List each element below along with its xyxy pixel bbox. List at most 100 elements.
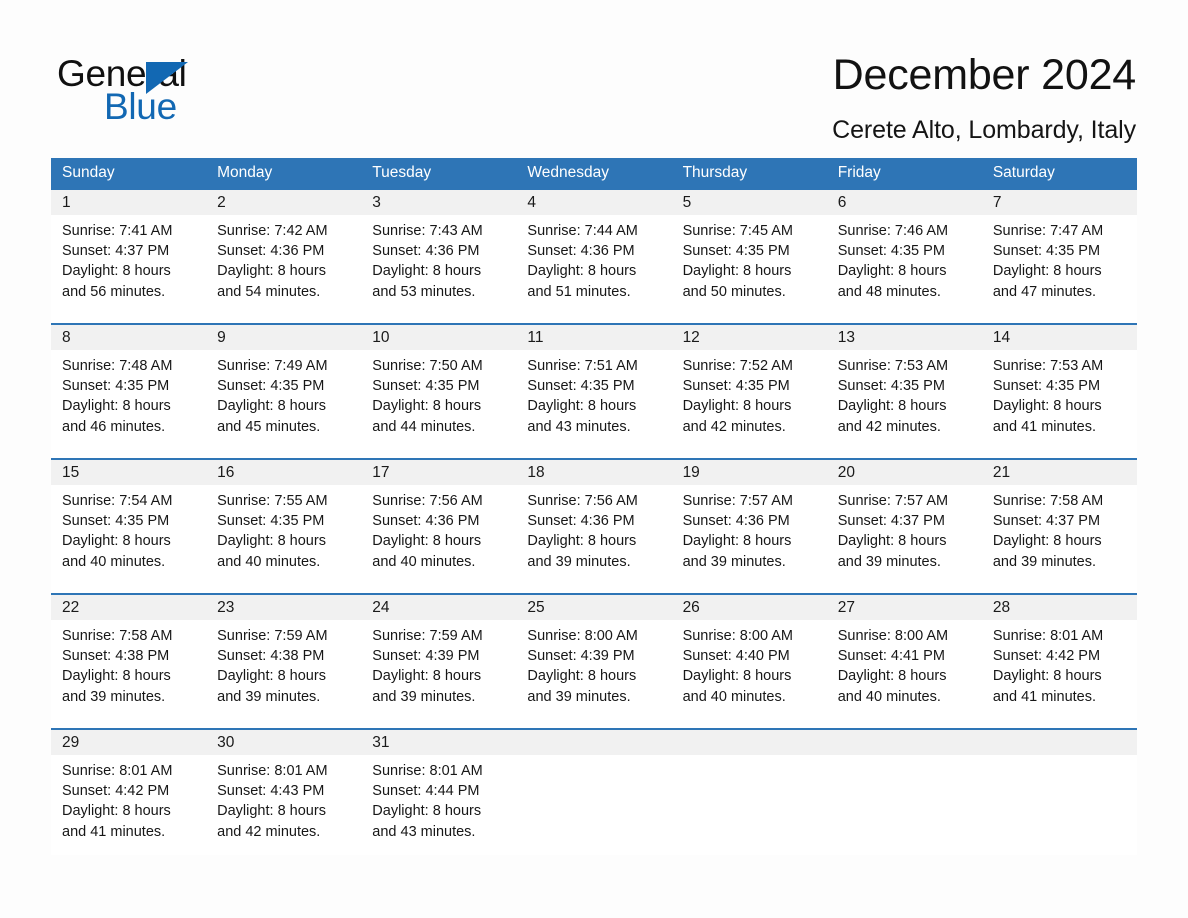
sunset-text: Sunset: 4:44 PM xyxy=(372,783,480,800)
day-number[interactable]: 2 xyxy=(206,190,361,215)
daylight-text-line2: and 40 minutes. xyxy=(62,553,166,570)
daylight-text-line1: Daylight: 8 hours xyxy=(372,533,482,550)
day-cell-empty xyxy=(827,755,982,855)
page-header: General Blue December 2024 Cerete Alto, … xyxy=(0,0,1188,150)
sunrise-text: Sunrise: 7:53 AM xyxy=(992,358,1104,374)
daylight-text-line1: Daylight: 8 hours xyxy=(992,533,1102,550)
day-number[interactable]: 21 xyxy=(982,460,1137,485)
day-number[interactable]: 20 xyxy=(827,460,982,485)
day-number[interactable]: 8 xyxy=(51,325,206,350)
weekday-header-row: Sunday Monday Tuesday Wednesday Thursday… xyxy=(51,158,1137,188)
day-number[interactable]: 31 xyxy=(361,730,516,755)
calendar-week-row: 29 30 31 Sunrise: 8:01 AM Sunset: 4:42 P… xyxy=(51,728,1137,855)
sunrise-text: Sunrise: 7:41 AM xyxy=(62,223,173,239)
daylight-text-line1: Daylight: 8 hours xyxy=(527,263,637,280)
daylight-text-line2: and 46 minutes. xyxy=(62,418,166,435)
daylight-text-line1: Daylight: 8 hours xyxy=(62,398,171,415)
daylight-text-line2: and 40 minutes. xyxy=(217,553,321,570)
day-number[interactable]: 13 xyxy=(827,325,982,350)
day-number[interactable]: 3 xyxy=(361,190,516,215)
sunset-text: Sunset: 4:35 PM xyxy=(372,378,480,395)
daylight-text-line2: and 39 minutes. xyxy=(992,553,1097,570)
day-cell: Sunrise: 7:47 AM Sunset: 4:35 PM Dayligh… xyxy=(982,215,1137,323)
day-number[interactable]: 17 xyxy=(361,460,516,485)
daylight-text-line2: and 53 minutes. xyxy=(372,283,476,300)
daylight-text-line1: Daylight: 8 hours xyxy=(992,668,1102,685)
daylight-text-line1: Daylight: 8 hours xyxy=(837,263,947,280)
day-cell: Sunrise: 8:00 AM Sunset: 4:41 PM Dayligh… xyxy=(827,620,982,728)
day-number[interactable]: 11 xyxy=(516,325,671,350)
sunset-text: Sunset: 4:35 PM xyxy=(217,513,325,530)
week-date-bar: 1 2 3 4 5 6 7 xyxy=(51,190,1137,215)
day-number[interactable]: 19 xyxy=(672,460,827,485)
sunset-text: Sunset: 4:38 PM xyxy=(217,648,325,665)
day-number[interactable]: 4 xyxy=(516,190,671,215)
day-cell: Sunrise: 8:00 AM Sunset: 4:40 PM Dayligh… xyxy=(672,620,827,728)
sunrise-text: Sunrise: 8:00 AM xyxy=(837,628,949,644)
day-number[interactable]: 10 xyxy=(361,325,516,350)
daylight-text-line2: and 41 minutes. xyxy=(992,418,1097,435)
sunrise-text: Sunrise: 7:47 AM xyxy=(992,223,1104,239)
daylight-text-line2: and 41 minutes. xyxy=(62,823,166,840)
week-date-bar: 15 16 17 18 19 20 21 xyxy=(51,460,1137,485)
daylight-text-line2: and 39 minutes. xyxy=(682,553,786,570)
day-number[interactable]: 27 xyxy=(827,595,982,620)
daylight-text-line1: Daylight: 8 hours xyxy=(837,398,947,415)
day-cell: Sunrise: 7:46 AM Sunset: 4:35 PM Dayligh… xyxy=(827,215,982,323)
daylight-text-line2: and 39 minutes. xyxy=(527,553,631,570)
day-number[interactable]: 26 xyxy=(672,595,827,620)
day-number[interactable]: 29 xyxy=(51,730,206,755)
day-number[interactable]: 30 xyxy=(206,730,361,755)
daylight-text-line2: and 43 minutes. xyxy=(372,823,476,840)
daylight-text-line2: and 39 minutes. xyxy=(527,688,631,705)
calendar-page: General Blue December 2024 Cerete Alto, … xyxy=(0,0,1188,918)
general-blue-logo[interactable]: General Blue xyxy=(57,52,317,130)
day-number[interactable]: 12 xyxy=(672,325,827,350)
daylight-text-line1: Daylight: 8 hours xyxy=(62,668,171,685)
day-number[interactable]: 23 xyxy=(206,595,361,620)
sunrise-text: Sunrise: 8:01 AM xyxy=(217,763,328,779)
sunset-text: Sunset: 4:35 PM xyxy=(62,513,170,530)
daylight-text-line1: Daylight: 8 hours xyxy=(62,533,171,550)
day-cell: Sunrise: 8:01 AM Sunset: 4:42 PM Dayligh… xyxy=(51,755,206,855)
day-number[interactable]: 25 xyxy=(516,595,671,620)
sunrise-text: Sunrise: 7:55 AM xyxy=(217,493,328,509)
day-number[interactable]: 5 xyxy=(672,190,827,215)
day-cell: Sunrise: 7:57 AM Sunset: 4:36 PM Dayligh… xyxy=(672,485,827,593)
sunrise-text: Sunrise: 7:57 AM xyxy=(682,493,793,509)
sunrise-text: Sunrise: 7:43 AM xyxy=(372,223,483,239)
day-number[interactable]: 18 xyxy=(516,460,671,485)
sunset-text: Sunset: 4:37 PM xyxy=(837,513,945,530)
sunset-text: Sunset: 4:39 PM xyxy=(372,648,480,665)
daylight-text-line2: and 48 minutes. xyxy=(837,283,941,300)
weekday-header-saturday: Saturday xyxy=(992,164,1055,181)
day-number[interactable]: 15 xyxy=(51,460,206,485)
day-number[interactable]: 24 xyxy=(361,595,516,620)
day-number[interactable]: 7 xyxy=(982,190,1137,215)
day-number[interactable]: 6 xyxy=(827,190,982,215)
day-number[interactable]: 9 xyxy=(206,325,361,350)
sunrise-text: Sunrise: 7:56 AM xyxy=(527,493,638,509)
daylight-text-line1: Daylight: 8 hours xyxy=(217,803,326,820)
day-cell: Sunrise: 7:51 AM Sunset: 4:35 PM Dayligh… xyxy=(516,350,671,458)
sunset-text: Sunset: 4:36 PM xyxy=(372,513,480,530)
day-number[interactable]: 22 xyxy=(51,595,206,620)
day-number[interactable]: 28 xyxy=(982,595,1137,620)
daylight-text-line1: Daylight: 8 hours xyxy=(527,398,637,415)
day-cell: Sunrise: 7:59 AM Sunset: 4:38 PM Dayligh… xyxy=(206,620,361,728)
sunrise-text: Sunrise: 8:01 AM xyxy=(62,763,173,779)
sunrise-text: Sunrise: 8:01 AM xyxy=(372,763,483,779)
daylight-text-line2: and 41 minutes. xyxy=(992,688,1097,705)
day-number[interactable]: 1 xyxy=(51,190,206,215)
daylight-text-line2: and 45 minutes. xyxy=(217,418,321,435)
day-cell: Sunrise: 7:44 AM Sunset: 4:36 PM Dayligh… xyxy=(516,215,671,323)
sunset-text: Sunset: 4:42 PM xyxy=(992,648,1101,665)
day-cell: Sunrise: 7:53 AM Sunset: 4:35 PM Dayligh… xyxy=(827,350,982,458)
sunset-text: Sunset: 4:36 PM xyxy=(527,513,635,530)
sunset-text: Sunset: 4:35 PM xyxy=(62,378,170,395)
weekday-header-thursday: Thursday xyxy=(682,164,748,181)
sunrise-text: Sunrise: 8:00 AM xyxy=(682,628,793,644)
day-number[interactable]: 14 xyxy=(982,325,1137,350)
day-number[interactable]: 16 xyxy=(206,460,361,485)
sunset-text: Sunset: 4:36 PM xyxy=(527,243,635,260)
